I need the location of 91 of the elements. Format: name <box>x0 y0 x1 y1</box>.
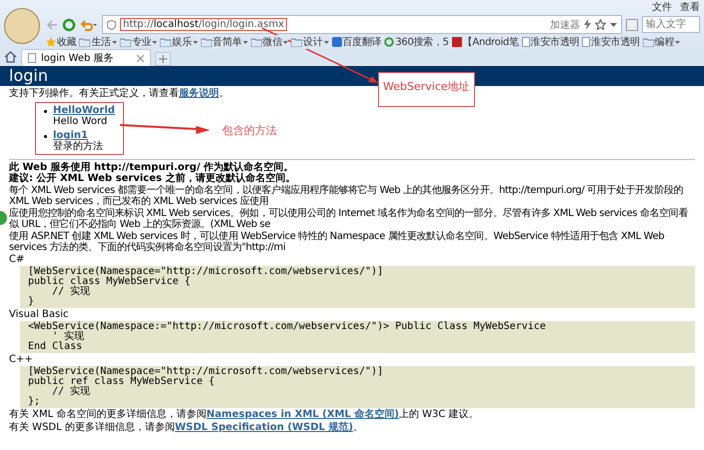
back-icon[interactable] <box>46 18 58 30</box>
star-outline-icon[interactable] <box>595 19 606 30</box>
bullet-icon <box>44 135 47 138</box>
tab-title: login Web 服务 <box>41 52 114 65</box>
paragraph: 每个 XML Web services 都需要一个唯一的命名空间，以便客户端应用程序能够将它与 Web 上的其他服务区分开。http://tempuri.org/ 可用于处于开发阶段的 XML Web services，而已发布的 XML Web services 应使用 <box>9 185 684 207</box>
operation-link[interactable]: HelloWorld <box>53 105 115 116</box>
folder-icon <box>120 38 131 46</box>
folder-icon <box>250 38 262 46</box>
code-block: [WebService(Namespace="http://microsoft.com/webservices/")] public class MyWebService { // 实现 } <box>20 266 695 308</box>
app-icon <box>452 37 462 47</box>
bookmark-item[interactable]: 专业 <box>120 35 158 49</box>
shield-icon <box>107 20 116 30</box>
app-icon <box>332 37 342 47</box>
lightning-icon[interactable] <box>584 19 591 30</box>
star-icon <box>46 37 56 47</box>
search-engine-icon[interactable] <box>626 18 638 30</box>
language-label: C++ <box>9 354 34 366</box>
service-description-link[interactable]: 服务说明 <box>179 88 219 99</box>
bookmark-label: 淮安市透明 <box>591 36 640 49</box>
bookmark-item[interactable]: 百度翻译 <box>332 35 382 49</box>
bookmark-item[interactable]: 娱乐 <box>160 35 198 49</box>
bookmark-item[interactable]: 【Android笔 <box>452 35 519 49</box>
close-icon[interactable] <box>137 54 144 62</box>
refresh-icon[interactable] <box>62 18 76 32</box>
paragraph: 使用 ASP.NET 创建 XML Web services 时，可以使用 WebService 特性的 Namespace 属性更改默认命名空间。WebService 特性适用于包含 XML Web services 方法的类。下面的代码实例将命名空间设置为"http://mi <box>9 231 666 253</box>
reference-text: 有关 WSDL 的更多详细信息，请参阅WSDL Specification (WSDL 规范)。 <box>9 422 364 434</box>
operation-description: Hello Word <box>53 116 108 127</box>
menu-item[interactable]: 查看 <box>680 2 700 14</box>
search-field[interactable]: 输入文字 <box>642 16 700 33</box>
intro-text: 支持下列操作。有关正式定义，请查看服务说明。 <box>9 88 230 100</box>
reference-text: 有关 XML 命名空间的更多详细信息，请参阅Namespaces in XML (XML 命名空间)上的 W3C 建议。 <box>9 409 480 421</box>
code-block: <WebService(Namespace:="http://microsoft.com/webservices/")> Public Class MyWebService ' 实现 End Class <box>20 321 695 353</box>
bookmark-label: 专业 <box>132 36 152 49</box>
caret-icon[interactable] <box>610 22 617 26</box>
page-icon <box>582 37 590 47</box>
caret-icon <box>112 40 117 44</box>
bullet-icon <box>44 110 47 113</box>
caret-icon <box>192 40 198 44</box>
ring-icon <box>384 37 394 47</box>
home-icon[interactable] <box>4 51 17 63</box>
bookmark-label: 百度翻译 <box>342 36 382 49</box>
address-bar[interactable]: http://localhost/login/login.asmx 加速器 <box>102 15 622 34</box>
folder-icon <box>160 38 172 46</box>
language-label: C# <box>9 254 26 266</box>
bookmark-label: 【Android笔 <box>462 36 519 49</box>
bookmark-item[interactable]: 收藏 <box>46 35 76 49</box>
caret-icon <box>152 40 158 44</box>
bookmark-item[interactable]: 音简单 <box>200 35 248 49</box>
folder-icon <box>79 38 90 46</box>
bookmark-item[interactable]: 设计 <box>291 35 329 49</box>
url-text: http://localhost/login/login.asmx <box>120 18 288 31</box>
bookmark-item[interactable]: 生活 <box>79 35 117 49</box>
annotation-label: WebService地址 <box>378 72 475 107</box>
operation-description: 登录的方法 <box>53 141 103 152</box>
namespace-note: 建议: 公开 XML Web services 之前，请更改默认命名空间。 <box>9 173 296 184</box>
bookmark-label: 音简单 <box>212 36 242 49</box>
caret-icon <box>242 40 248 44</box>
reference-link[interactable]: WSDL Specification (WSDL 规范) <box>174 422 354 433</box>
accelerator-label[interactable]: 加速器 <box>550 18 580 32</box>
folder-icon <box>291 38 302 46</box>
menu-item[interactable]: 文件 <box>652 2 672 14</box>
operation-link[interactable]: login1 <box>53 130 103 141</box>
undo-icon[interactable] <box>80 18 98 30</box>
bookmark-label: 编程 <box>654 36 674 49</box>
caret-icon <box>283 40 288 44</box>
code-block: [WebService(Namespace="http://microsoft.com/webservices/")] public ref class MyWebService { // 实现 }; <box>20 366 695 408</box>
caret-icon <box>324 40 329 44</box>
bookmark-label: 生活 <box>91 36 111 49</box>
bookmark-label: 设计 <box>303 36 323 49</box>
page-icon <box>28 53 36 63</box>
bookmark-item[interactable]: 360搜索，5 <box>384 35 449 49</box>
reference-link[interactable]: Namespaces in XML (XML 命名空间) <box>206 409 399 420</box>
page-icon <box>522 37 530 47</box>
folder-icon <box>200 38 212 46</box>
paragraph: 应使用您控制的命名空间来标识 XML Web services。例如，可以使用公司的 Internet 域名作为命名空间的一部分。尽管有许多 XML Web services 命名空间看似 URL，但它们不必指向 Web 上的实际资源。(XML Web se <box>9 208 689 230</box>
bookmark-label: 360搜索，5 <box>395 36 449 49</box>
bookmark-label: 收藏 <box>57 36 76 49</box>
browser-tab[interactable]: login Web 服务 <box>21 49 151 66</box>
folder-icon <box>642 38 654 46</box>
namespace-note: 此 Web 服务使用 http://tempuri.org/ 作为默认命名空间。 <box>9 162 295 173</box>
bookmark-item[interactable]: 淮安市透明 <box>522 35 580 49</box>
bookmark-label: 淮安市透明 <box>530 36 580 49</box>
bookmark-item[interactable]: 微信 <box>250 35 288 49</box>
bookmark-item[interactable]: 淮安市透明 <box>582 35 640 49</box>
annotation-label: 包含的方法 <box>222 123 277 138</box>
language-label: Visual Basic <box>9 309 70 321</box>
new-tab-icon[interactable] <box>155 52 171 66</box>
bookmark-item[interactable]: 编程 <box>642 35 680 49</box>
bookmark-label: 微信 <box>262 36 282 49</box>
caret-icon <box>675 40 680 44</box>
bookmark-label: 娱乐 <box>172 36 192 49</box>
